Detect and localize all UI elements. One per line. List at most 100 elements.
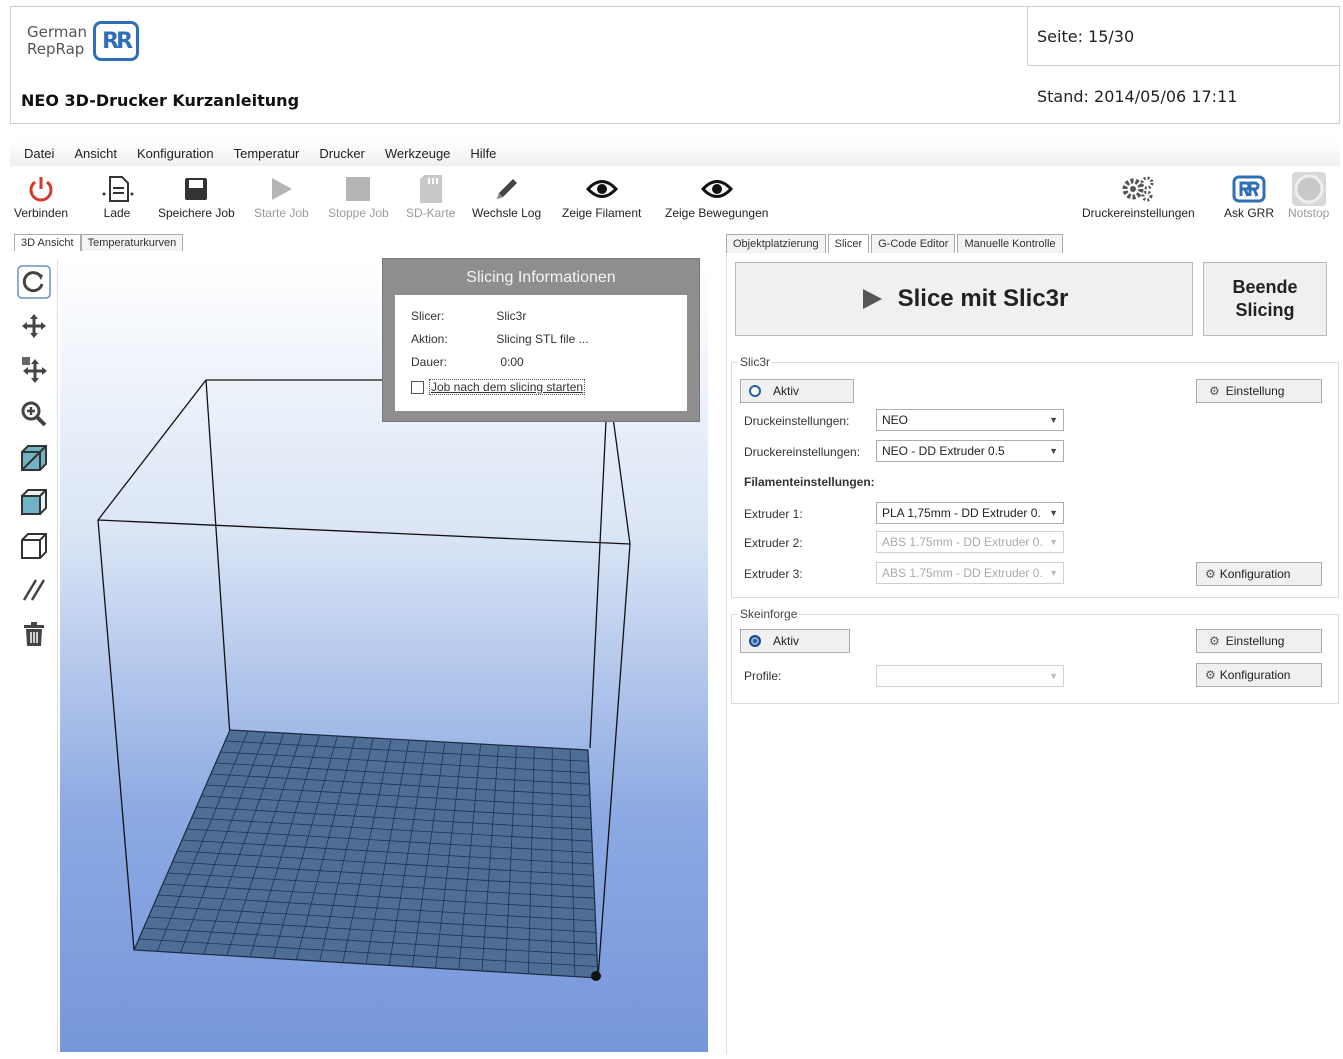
- menu-ansicht[interactable]: Ansicht: [74, 146, 117, 161]
- stop-icon: [345, 172, 371, 206]
- german-reprap-logo: German RepRap RR: [27, 21, 140, 61]
- view-tools-sidebar: [14, 260, 58, 1052]
- menu-hilfe[interactable]: Hilfe: [470, 146, 496, 161]
- right-tab-bar: Objektplatzierung Slicer G-Code Editor M…: [726, 234, 1065, 253]
- slice-button-label: Slice mit Slic3r: [897, 285, 1069, 312]
- top-view-icon[interactable]: [14, 524, 54, 568]
- tab-object-placement[interactable]: Objektplatzierung: [726, 234, 826, 253]
- save-icon: [183, 172, 209, 206]
- toggle-log-button[interactable]: Wechsle Log: [472, 172, 541, 220]
- slicer-panel: Slice mit Slic3r Beende Slicing Slic3r A…: [726, 254, 1340, 1054]
- menu-temperatur[interactable]: Temperatur: [234, 146, 300, 161]
- save-job-button[interactable]: Speichere Job: [158, 172, 235, 220]
- printer-settings-select[interactable]: NEO - DD Extruder 0.5 ▼: [876, 440, 1064, 462]
- printer-settings-label: Druckereinstellungen: [1082, 206, 1195, 220]
- skeinforge-group: Skeinforge Aktiv ⚙ Einstellung Profile: …: [731, 607, 1339, 704]
- extruder1-label: Extruder 1:: [744, 507, 803, 521]
- document-date: Stand: 2014/05/06 17:11: [1037, 87, 1238, 106]
- zoom-icon[interactable]: [14, 392, 54, 436]
- tab-temperature-curves[interactable]: Temperaturkurven: [80, 234, 184, 251]
- profile-select[interactable]: ▼: [876, 665, 1064, 687]
- show-filament-button[interactable]: Zeige Filament: [562, 172, 641, 220]
- stop-job-button[interactable]: Stoppe Job: [328, 172, 389, 220]
- reset-view-icon[interactable]: [14, 260, 54, 304]
- file-icon: [100, 172, 134, 206]
- filament-settings-header: Filamenteinstellungen:: [744, 475, 875, 489]
- connect-button[interactable]: Verbinden: [14, 172, 68, 220]
- skeinforge-settings-button[interactable]: ⚙ Einstellung: [1196, 629, 1322, 653]
- toggle-log-label: Wechsle Log: [472, 206, 542, 220]
- ask-grr-label: Ask GRR: [1224, 206, 1275, 220]
- skeinforge-active-button[interactable]: Aktiv: [740, 629, 850, 653]
- ask-grr-button[interactable]: Ask GRR: [1224, 172, 1274, 220]
- sd-card-icon: [418, 172, 444, 206]
- checkbox-box[interactable]: [411, 380, 424, 394]
- printer-settings-button[interactable]: Druckereinstellungen: [1082, 172, 1195, 220]
- tab-gcode-editor[interactable]: G-Code Editor: [871, 234, 956, 253]
- power-icon: [26, 172, 56, 206]
- slic3r-settings-label: Einstellung: [1225, 384, 1285, 398]
- print-settings-select[interactable]: NEO ▼: [876, 409, 1064, 431]
- menu-konfiguration[interactable]: Konfiguration: [137, 146, 214, 161]
- menu-datei[interactable]: Datei: [24, 146, 54, 161]
- slic3r-settings-button[interactable]: ⚙ Einstellung: [1196, 379, 1322, 403]
- profile-label: Profile:: [744, 669, 782, 683]
- chevron-down-icon: ▼: [1049, 415, 1058, 425]
- gears-icon: ⚙: [1205, 668, 1216, 682]
- logo-mark: RR: [93, 21, 140, 61]
- slicer-label: Slicer:: [411, 309, 445, 323]
- start-job-button[interactable]: Starte Job: [254, 172, 309, 220]
- move-object-icon[interactable]: [14, 348, 54, 392]
- sd-card-button[interactable]: SD-Karte: [406, 172, 455, 220]
- extruder3-value: ABS 1.75mm - DD Extruder 0.: [882, 566, 1043, 580]
- front-view-icon[interactable]: [14, 480, 54, 524]
- save-job-label: Speichere Job: [158, 206, 235, 220]
- chevron-down-icon: ▼: [1049, 537, 1058, 547]
- toggle-parallel-icon[interactable]: [14, 568, 54, 612]
- extruder2-select[interactable]: ABS 1.75mm - DD Extruder 0. ▼: [876, 531, 1064, 553]
- slic3r-active-button[interactable]: Aktiv: [740, 379, 854, 403]
- chevron-down-icon: ▼: [1049, 568, 1058, 578]
- tab-manual-control[interactable]: Manuelle Kontrolle: [957, 234, 1063, 253]
- start-after-slicing-label: Job nach dem slicing starten: [429, 379, 586, 395]
- tab-3d-view[interactable]: 3D Ansicht: [14, 234, 81, 251]
- toolbar: Verbinden Lade Speichere Job Starte Job …: [10, 166, 1340, 228]
- extruder2-label: Extruder 2:: [744, 536, 803, 550]
- duration-label: Dauer:: [411, 355, 448, 369]
- slic3r-configuration-button[interactable]: ⚙ Konfiguration: [1196, 562, 1322, 586]
- eye-icon: [585, 172, 618, 206]
- slic3r-group-label: Slic3r: [738, 355, 773, 369]
- radio-icon: [749, 635, 761, 647]
- slice-button[interactable]: Slice mit Slic3r: [735, 262, 1193, 336]
- skeinforge-configuration-button[interactable]: ⚙ Konfiguration: [1196, 663, 1322, 687]
- load-button[interactable]: Lade: [100, 172, 134, 220]
- show-moves-button[interactable]: Zeige Bewegungen: [665, 172, 768, 220]
- skeinforge-group-label: Skeinforge: [738, 607, 800, 621]
- page-number: Seite: 15/30: [1037, 27, 1135, 46]
- emergency-stop-label: Notstop: [1288, 206, 1330, 220]
- trash-icon[interactable]: [14, 612, 54, 656]
- skeinforge-active-label: Aktiv: [773, 634, 800, 648]
- document-title: NEO 3D-Drucker Kurzanleitung: [21, 91, 300, 110]
- move-icon[interactable]: [14, 304, 54, 348]
- extruder3-select[interactable]: ABS 1.75mm - DD Extruder 0. ▼: [876, 562, 1064, 584]
- extruder1-select[interactable]: PLA 1,75mm - DD Extruder 0. ▼: [876, 502, 1064, 524]
- tab-slicer[interactable]: Slicer: [827, 234, 870, 253]
- slicing-info-panel: Slicing Informationen Slicer: Slic3r Akt…: [382, 258, 700, 422]
- duration-value: 0:00: [500, 355, 524, 369]
- menu-werkzeuge[interactable]: Werkzeuge: [385, 146, 451, 161]
- sd-card-label: SD-Karte: [406, 206, 456, 220]
- logo-text-line1: German: [27, 23, 88, 41]
- print-settings-label: Druckeinstellungen:: [744, 414, 850, 428]
- grr-logo-icon: [1232, 172, 1266, 206]
- emergency-stop-icon: [1291, 172, 1327, 206]
- gears-icon: [1121, 172, 1155, 206]
- header-divider: [1027, 7, 1028, 65]
- repetier-host-window: Datei Ansicht Konfiguration Temperatur D…: [10, 140, 1340, 1056]
- isometric-view-icon[interactable]: [14, 436, 54, 480]
- stop-slicing-button[interactable]: Beende Slicing: [1203, 262, 1327, 336]
- emergency-stop-button[interactable]: Notstop: [1288, 172, 1329, 220]
- start-after-slicing-checkbox[interactable]: Job nach dem slicing starten: [411, 379, 586, 395]
- menu-drucker[interactable]: Drucker: [319, 146, 365, 161]
- radio-icon: [749, 385, 761, 397]
